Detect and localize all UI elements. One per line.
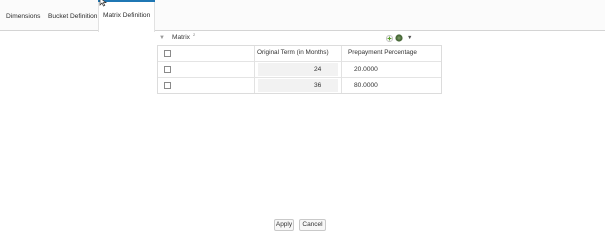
prepayment-percentage-value[interactable]: 80.0000 xyxy=(354,82,378,89)
table-header-row: Original Term (in Months) Prepayment Per… xyxy=(158,46,441,62)
column-header-original-term[interactable]: Original Term (in Months) xyxy=(257,49,329,56)
table-row: 36 80.0000 xyxy=(158,78,441,94)
delete-icon[interactable] xyxy=(395,34,403,42)
select-all-checkbox[interactable] xyxy=(164,50,171,57)
tab-matrix-definition[interactable]: Matrix Definition xyxy=(103,9,150,23)
add-icon[interactable] xyxy=(386,35,393,42)
column-divider xyxy=(254,46,255,93)
mouse-cursor-icon xyxy=(99,0,108,7)
apply-button[interactable]: Apply xyxy=(274,219,294,231)
cancel-button[interactable]: Cancel xyxy=(299,219,326,231)
collapse-arrow-icon[interactable]: ▼ xyxy=(159,35,165,41)
original-term-value: 36 xyxy=(314,82,322,89)
matrix-record-count: 2 xyxy=(193,32,196,37)
matrix-grid: Original Term (in Months) Prepayment Per… xyxy=(157,45,442,94)
tab-bucket-definition[interactable]: Bucket Definition xyxy=(48,10,97,24)
tab-bar: Dimensions Bucket Definition Matrix Defi… xyxy=(0,0,605,32)
matrix-header: ▼ Matrix 2 ▼ xyxy=(157,32,442,45)
row-checkbox[interactable] xyxy=(164,66,171,73)
tab-dimensions[interactable]: Dimensions xyxy=(6,10,40,24)
prepayment-percentage-value[interactable]: 20.0000 xyxy=(354,66,378,73)
row-checkbox[interactable] xyxy=(164,82,171,89)
table-row: 24 20.0000 xyxy=(158,62,441,78)
original-term-value: 24 xyxy=(314,66,322,73)
original-term-cell[interactable] xyxy=(258,79,338,92)
menu-caret-icon[interactable]: ▼ xyxy=(407,35,412,41)
original-term-cell[interactable] xyxy=(258,63,338,76)
column-divider xyxy=(341,46,342,93)
matrix-title: Matrix xyxy=(172,34,190,41)
column-header-prepayment-percentage[interactable]: Prepayment Percentage xyxy=(348,49,417,56)
